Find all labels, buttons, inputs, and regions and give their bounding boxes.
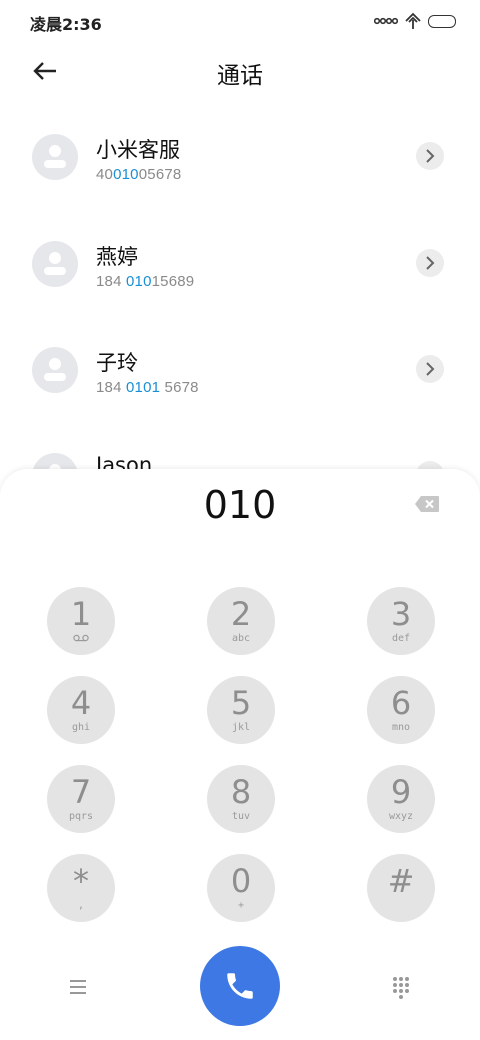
contact-item[interactable]: 子玲 184 0101 5678 [0, 325, 480, 415]
status-icons [374, 10, 456, 32]
contact-detail-button[interactable] [416, 142, 444, 170]
person-icon [44, 145, 66, 168]
backspace-button[interactable] [414, 495, 440, 513]
key-digit: 5 [230, 684, 252, 722]
menu-icon [70, 980, 86, 994]
key-3[interactable]: 3 def [367, 587, 435, 655]
chevron-right-icon [426, 362, 435, 376]
key-letters: ghi [71, 722, 91, 733]
key-letters: tuv [231, 811, 251, 822]
page-title: 通话 [217, 63, 263, 89]
key-digit: 0 [230, 862, 252, 900]
key-digit: 2 [230, 595, 252, 633]
key-digit: * [73, 862, 89, 900]
keypad-icon [393, 977, 409, 999]
key-letters: abc [231, 633, 251, 644]
key-8[interactable]: 8 tuv [207, 765, 275, 833]
person-icon [44, 252, 66, 275]
key-2[interactable]: 2 abc [207, 587, 275, 655]
key-letters: wxyz [388, 811, 414, 822]
key-9[interactable]: 9 wxyz [367, 765, 435, 833]
key-letters: def [391, 633, 411, 644]
status-bar: 凌晨2:36 [0, 0, 480, 42]
wifi-icon [405, 12, 421, 29]
key-4[interactable]: 4 ghi [47, 676, 115, 744]
key-digit: 4 [70, 684, 92, 722]
key-letters: pqrs [68, 811, 94, 822]
key-digit: 8 [230, 773, 252, 811]
key-letters: jkl [231, 722, 251, 733]
avatar [32, 347, 78, 393]
key-6[interactable]: 6 mno [367, 676, 435, 744]
key-digit: 3 [390, 595, 412, 633]
key-star[interactable]: * , [47, 854, 115, 922]
menu-button[interactable] [64, 975, 92, 999]
contact-item[interactable]: 小米客服 4001005678 [0, 112, 480, 202]
contact-item[interactable]: 燕婷 184 01015689 [0, 219, 480, 309]
avatar [32, 241, 78, 287]
contact-name: 小米客服 [96, 138, 180, 162]
key-digit: 7 [70, 773, 92, 811]
backspace-icon [415, 496, 439, 512]
key-letters: , [77, 900, 85, 911]
chevron-right-icon [426, 149, 435, 163]
battery-icon [428, 14, 456, 28]
key-letters: mno [391, 722, 411, 733]
contact-detail-button[interactable] [416, 355, 444, 383]
key-digit: 1 [70, 595, 92, 633]
key-5[interactable]: 5 jkl [207, 676, 275, 744]
key-letters: + [237, 900, 245, 911]
dialer-panel: 010 1 2 abc 3 def 4 ghi 5 jkl 6 mno 7 pq… [0, 469, 480, 1040]
call-button[interactable] [200, 946, 280, 1026]
header: 通话 [0, 42, 480, 100]
key-0[interactable]: 0 + [207, 854, 275, 922]
contact-name: 子玲 [96, 351, 138, 375]
signal-icon [374, 17, 398, 25]
avatar [32, 134, 78, 180]
key-hash[interactable]: # [367, 854, 435, 922]
key-7[interactable]: 7 pqrs [47, 765, 115, 833]
phone-icon [227, 973, 253, 999]
contact-number: 4001005678 [96, 166, 182, 183]
chevron-right-icon [426, 256, 435, 270]
contact-number: 184 01015689 [96, 273, 195, 290]
contact-number: 184 0101 5678 [96, 379, 199, 396]
key-digit: # [387, 862, 415, 900]
key-1[interactable]: 1 [47, 587, 115, 655]
voicemail-icon [73, 634, 89, 642]
key-digit: 6 [390, 684, 412, 722]
contact-name: 燕婷 [96, 245, 138, 269]
keypad-toggle-button[interactable] [388, 974, 414, 1000]
key-digit: 9 [390, 773, 412, 811]
contact-detail-button[interactable] [416, 249, 444, 277]
status-time: 凌晨2:36 [30, 15, 102, 34]
dialed-number: 010 [203, 483, 277, 527]
dialer-screen: 凌晨2:36 通话 小米客服 4001005678 燕婷 184 0101568… [0, 0, 480, 1040]
person-icon [44, 358, 66, 381]
